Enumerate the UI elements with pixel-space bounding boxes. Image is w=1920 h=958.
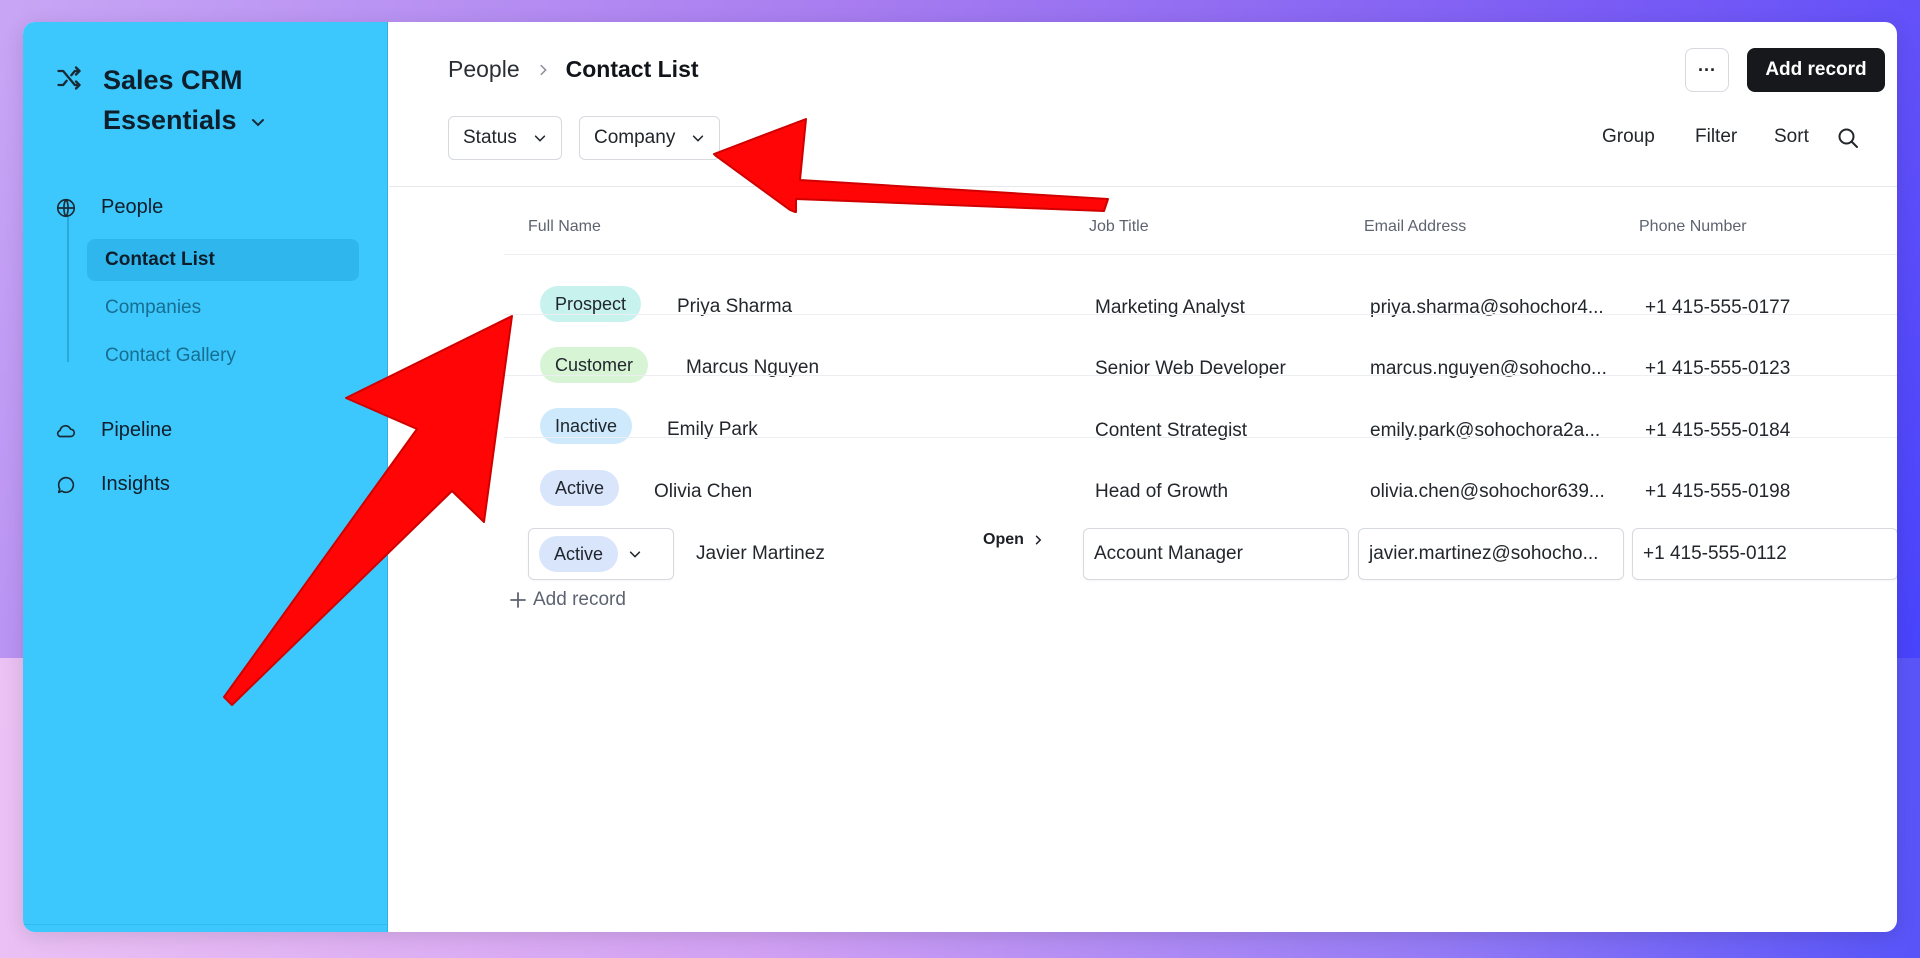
- column-header-email[interactable]: Email Address: [1364, 218, 1466, 236]
- row-divider: [504, 314, 1897, 315]
- app-title-text: Sales CRM Essentials: [103, 65, 243, 135]
- phone-field[interactable]: +1 415-555-0112: [1632, 528, 1897, 580]
- status-badge: Active: [539, 536, 619, 572]
- sidebar-item-contact-list[interactable]: Contact List: [87, 239, 359, 281]
- plus-icon: [510, 592, 526, 608]
- header-divider: [389, 186, 1897, 187]
- app-window: Sales CRM Essentials People Contact List…: [23, 22, 1897, 932]
- sidebar-item-label: Contact List: [105, 249, 215, 270]
- company-filter-label: Company: [594, 127, 676, 148]
- chevron-right-icon: [540, 64, 547, 75]
- sidebar-item-label: Contact Gallery: [105, 345, 236, 366]
- column-header-full-name[interactable]: Full Name: [528, 218, 601, 236]
- sidebar-item-label: People: [101, 196, 164, 218]
- chevron-right-icon: [1035, 535, 1042, 545]
- breadcrumb-parent[interactable]: People: [448, 56, 520, 83]
- search-icon[interactable]: [1836, 126, 1860, 150]
- status-badge[interactable]: Prospect: [540, 286, 642, 322]
- status-badge[interactable]: Customer: [540, 347, 649, 383]
- job-title-cell[interactable]: Content Strategist: [1095, 420, 1247, 442]
- group-button[interactable]: Group: [1602, 126, 1655, 148]
- full-name-cell[interactable]: Javier Martinez: [696, 543, 825, 565]
- row-divider: [504, 375, 1897, 376]
- chevron-down-icon: [693, 135, 704, 142]
- more-options-button[interactable]: ···: [1685, 48, 1729, 92]
- sidebar-item-contact-gallery[interactable]: Contact Gallery: [87, 335, 359, 377]
- add-record-button[interactable]: Add record: [1747, 48, 1885, 92]
- chevron-down-icon: [629, 551, 641, 558]
- breadcrumb: People Contact List: [448, 56, 699, 83]
- job-title-value: Account Manager: [1094, 543, 1243, 564]
- column-header-phone[interactable]: Phone Number: [1639, 218, 1747, 236]
- sidebar-item-label: Pipeline: [101, 419, 173, 441]
- chat-bubble-icon: [57, 476, 75, 493]
- page-title: Contact List: [565, 56, 699, 82]
- sidebar-item-label: Insights: [101, 473, 170, 495]
- company-filter-dropdown[interactable]: Company: [579, 116, 721, 160]
- sidebar: Sales CRM Essentials People Contact List…: [23, 22, 388, 932]
- phone-cell[interactable]: +1 415-555-0184: [1645, 420, 1790, 442]
- status-select[interactable]: Active: [528, 528, 674, 580]
- sidebar-item-companies[interactable]: Companies: [87, 287, 359, 329]
- column-header-job-title[interactable]: Job Title: [1089, 218, 1149, 236]
- email-cell[interactable]: emily.park@sohochora2a...: [1370, 420, 1600, 442]
- add-record-row-button[interactable]: Add record: [509, 589, 626, 611]
- workspace-switcher[interactable]: Sales CRM Essentials: [55, 60, 273, 140]
- sidebar-footer: [23, 924, 388, 932]
- status-badge[interactable]: Active: [540, 470, 620, 506]
- sort-button[interactable]: Sort: [1774, 126, 1809, 148]
- sidebar-item-insights[interactable]: Insights: [55, 473, 170, 496]
- open-record-label: Open: [983, 531, 1024, 548]
- row-divider: [504, 254, 1897, 255]
- email-field[interactable]: javier.martinez@sohocho...: [1358, 528, 1624, 580]
- shuffle-icon: [57, 66, 81, 90]
- status-filter-dropdown[interactable]: Status: [448, 116, 562, 160]
- email-value: javier.martinez@sohocho...: [1369, 543, 1599, 564]
- job-title-field[interactable]: Account Manager: [1083, 528, 1349, 580]
- phone-value: +1 415-555-0112: [1643, 543, 1787, 564]
- email-cell[interactable]: olivia.chen@sohochor639...: [1370, 481, 1605, 503]
- status-badge[interactable]: Inactive: [540, 408, 633, 444]
- sidebar-item-pipeline[interactable]: Pipeline: [55, 419, 172, 442]
- phone-cell[interactable]: +1 415-555-0198: [1645, 481, 1790, 503]
- job-title-cell[interactable]: Senior Web Developer: [1095, 358, 1286, 380]
- open-record-link[interactable]: Open: [983, 531, 1044, 549]
- sidebar-item-people[interactable]: People: [55, 196, 163, 219]
- phone-cell[interactable]: +1 415-555-0123: [1645, 358, 1790, 380]
- app-title: Sales CRM Essentials: [103, 60, 273, 140]
- cloud-icon: [56, 424, 76, 437]
- email-cell[interactable]: marcus.nguyen@sohocho...: [1370, 358, 1607, 380]
- job-title-cell[interactable]: Head of Growth: [1095, 481, 1228, 503]
- sidebar-item-label: Companies: [105, 297, 202, 318]
- phone-cell[interactable]: +1 415-555-0177: [1645, 297, 1790, 319]
- chevron-down-icon: [534, 135, 546, 142]
- full-name-cell[interactable]: Olivia Chen: [654, 481, 752, 503]
- job-title-cell[interactable]: Marketing Analyst: [1095, 297, 1245, 319]
- main-content: People Contact List ··· Add record Statu…: [389, 22, 1897, 932]
- row-divider: [504, 437, 1897, 438]
- globe-icon: [56, 198, 76, 217]
- status-filter-label: Status: [463, 127, 517, 148]
- chevron-down-icon: [252, 118, 265, 127]
- sub-nav-divider: [67, 217, 69, 362]
- email-cell[interactable]: priya.sharma@sohochor4...: [1370, 297, 1604, 319]
- add-record-row-label: Add record: [533, 589, 626, 610]
- filter-button[interactable]: Filter: [1695, 126, 1737, 148]
